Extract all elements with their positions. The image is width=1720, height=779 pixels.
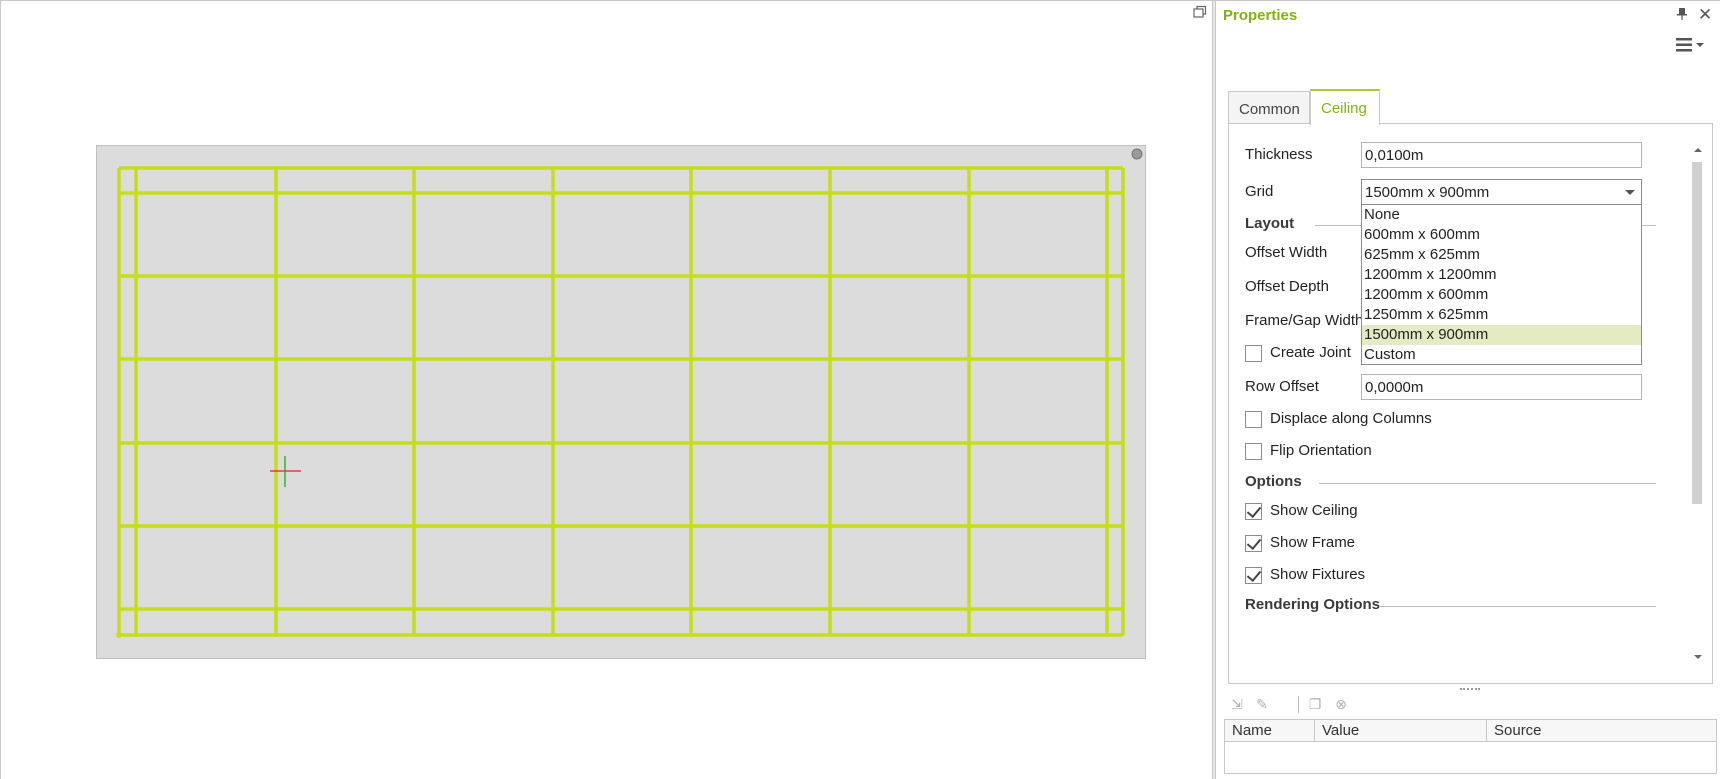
show-fixtures-checkbox[interactable]	[1245, 567, 1262, 584]
grid-option[interactable]: 1200mm x 600mm	[1362, 285, 1641, 305]
column-name[interactable]: Name	[1225, 720, 1315, 741]
chevron-down-icon[interactable]	[1625, 190, 1635, 195]
grid-option[interactable]: 1200mm x 1200mm	[1362, 265, 1641, 285]
scrollbar-thumb[interactable]	[1692, 162, 1702, 504]
grid-option[interactable]: None	[1362, 205, 1641, 225]
toolbar-separator	[1298, 696, 1299, 713]
brush-icon[interactable]: ✎	[1253, 695, 1271, 713]
show-frame-checkbox[interactable]	[1245, 535, 1262, 552]
menu-icon[interactable]	[1676, 35, 1710, 55]
restore-window-icon[interactable]	[1193, 5, 1207, 19]
grid-option[interactable]: 625mm x 625mm	[1362, 245, 1641, 265]
column-source[interactable]: Source	[1487, 720, 1718, 741]
options-section-header: Options	[1245, 473, 1656, 490]
show-ceiling-label: Show Ceiling	[1270, 502, 1358, 519]
show-frame-label: Show Frame	[1270, 534, 1356, 551]
flip-orientation-checkbox[interactable]	[1245, 443, 1262, 460]
scroll-up-arrow-icon[interactable]	[1694, 148, 1702, 152]
panel-title: Properties	[1223, 7, 1298, 24]
properties-panel: Properties ✕ Common Ceiling Thickness 0,…	[1216, 1, 1720, 779]
grid-dropdown-list: None 600mm x 600mm 625mm x 625mm 1200mm x 1…	[1361, 205, 1642, 365]
row-offset-field[interactable]: 0,0000m	[1361, 374, 1642, 400]
clear-icon[interactable]: ⊗	[1332, 695, 1350, 713]
create-joint-checkbox[interactable]	[1245, 345, 1262, 362]
grid-option[interactable]: 1250mm x 625mm	[1362, 305, 1641, 325]
ceiling-properties: Thickness 0,0100m Grid 1500mm x 900mm No…	[1228, 123, 1713, 684]
pick-property-icon[interactable]: ⇲	[1228, 695, 1246, 713]
grid-label: Grid	[1245, 183, 1274, 200]
displace-checkbox[interactable]	[1245, 411, 1262, 428]
grid-select-value: 1500mm x 900mm	[1365, 184, 1490, 201]
displace-label: Displace along Columns	[1270, 410, 1432, 427]
row-offset-label: Row Offset	[1245, 378, 1319, 395]
grid-option[interactable]: 600mm x 600mm	[1362, 225, 1641, 245]
ceiling-grid-view[interactable]	[96, 145, 1146, 659]
flip-orientation-label: Flip Orientation	[1270, 442, 1372, 459]
options-heading: Options	[1245, 473, 1302, 490]
property-source-table: Name Value Source	[1224, 719, 1717, 774]
thickness-field[interactable]: 0,0100m	[1361, 142, 1642, 168]
viewport-3d[interactable]	[1, 1, 1213, 779]
frame-gap-width-label: Frame/Gap Width	[1245, 312, 1364, 329]
layout-heading: Layout	[1245, 215, 1295, 232]
offset-width-label: Offset Width	[1245, 244, 1328, 261]
scroll-down-arrow-icon[interactable]	[1694, 655, 1702, 659]
show-fixtures-label: Show Fixtures	[1270, 566, 1366, 583]
thickness-label: Thickness	[1245, 146, 1313, 163]
column-value[interactable]: Value	[1315, 720, 1487, 741]
view-handle-icon	[1131, 148, 1143, 160]
grid-option[interactable]: Custom	[1362, 345, 1641, 365]
create-joint-label: Create Joint	[1270, 344, 1351, 361]
close-icon[interactable]: ✕	[1698, 5, 1712, 25]
offset-depth-label: Offset Depth	[1245, 278, 1329, 295]
grid-select[interactable]: 1500mm x 900mm	[1361, 179, 1642, 205]
grid-origin-dot	[116, 632, 122, 638]
table-header: Name Value Source	[1225, 720, 1716, 742]
show-ceiling-checkbox[interactable]	[1245, 503, 1262, 520]
grid-option[interactable]: 1500mm x 900mm	[1362, 325, 1641, 345]
app-window: Properties ✕ Common Ceiling Thickness 0,…	[0, 0, 1720, 779]
copy-icon[interactable]: ❐	[1306, 695, 1324, 713]
pin-icon[interactable]	[1676, 7, 1690, 23]
resize-grip[interactable]	[1460, 688, 1480, 691]
ceiling-background	[96, 145, 1146, 659]
rendering-section-header: Rendering Options	[1245, 596, 1656, 613]
rendering-heading: Rendering Options	[1245, 596, 1380, 613]
tab-common[interactable]: Common	[1228, 91, 1310, 124]
tab-ceiling[interactable]: Ceiling	[1310, 89, 1380, 125]
